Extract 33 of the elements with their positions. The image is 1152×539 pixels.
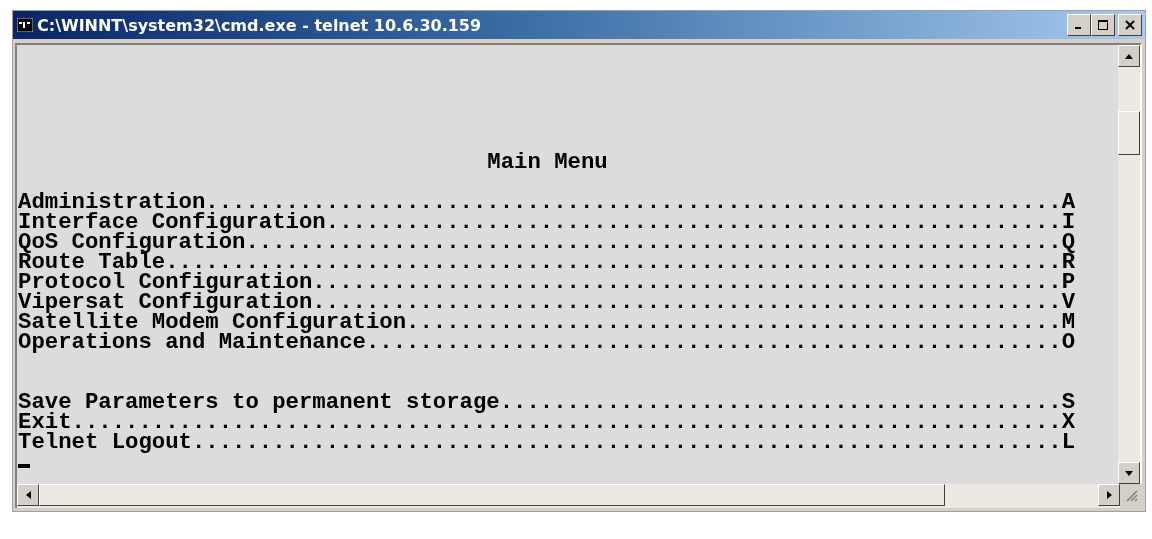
down-triangle-icon <box>1125 470 1133 476</box>
scroll-right-button[interactable] <box>1098 484 1120 506</box>
menu-option: Protocol Configuration........................................................P <box>18 272 1076 292</box>
menu-option: Vipersat Configuration........................................................V <box>18 292 1076 312</box>
close-icon <box>1125 20 1135 30</box>
close-button[interactable] <box>1118 14 1142 36</box>
menu-option: Save Parameters to permanent storage..........................................S <box>18 392 1076 412</box>
window-title: C:\WINNT\system32\cmd.exe - telnet 10.6.30.159 <box>37 15 483 35</box>
scroll-thumb[interactable] <box>39 484 945 506</box>
menu-option: Administration................................................................A <box>18 192 1076 212</box>
maximize-icon <box>1098 20 1108 30</box>
minimize-icon <box>1075 27 1081 29</box>
scroll-left-button[interactable] <box>17 484 39 506</box>
text-cursor <box>18 464 30 468</box>
scroll-up-button[interactable] <box>1118 45 1140 67</box>
menu-option: Interface Configuration.......................................................I <box>18 212 1076 232</box>
menu-option: Route Table...................................................................R <box>18 252 1076 272</box>
right-triangle-icon <box>1106 491 1112 499</box>
vertical-scrollbar[interactable] <box>1118 45 1140 484</box>
left-triangle-icon <box>25 491 31 499</box>
menu-option: Satellite Modem Configuration.................................................M <box>18 312 1076 332</box>
horizontal-scrollbar[interactable] <box>15 484 1120 508</box>
up-triangle-icon <box>1125 53 1133 59</box>
menu-option: QoS Configuration.............................................................Q <box>18 232 1076 252</box>
menu-heading: Main Menu <box>486 152 609 172</box>
scroll-down-button[interactable] <box>1118 462 1140 484</box>
menu-option: Exit..........................................................................X <box>18 412 1076 432</box>
menu-option: Telnet Logout.................................................................L <box>18 432 1076 452</box>
minimize-button[interactable] <box>1067 14 1091 36</box>
maximize-button[interactable] <box>1091 14 1115 36</box>
scroll-thumb[interactable] <box>1118 111 1140 155</box>
menu-option: Operations and Maintenance....................................................O <box>18 332 1076 352</box>
console-icon <box>17 18 33 32</box>
